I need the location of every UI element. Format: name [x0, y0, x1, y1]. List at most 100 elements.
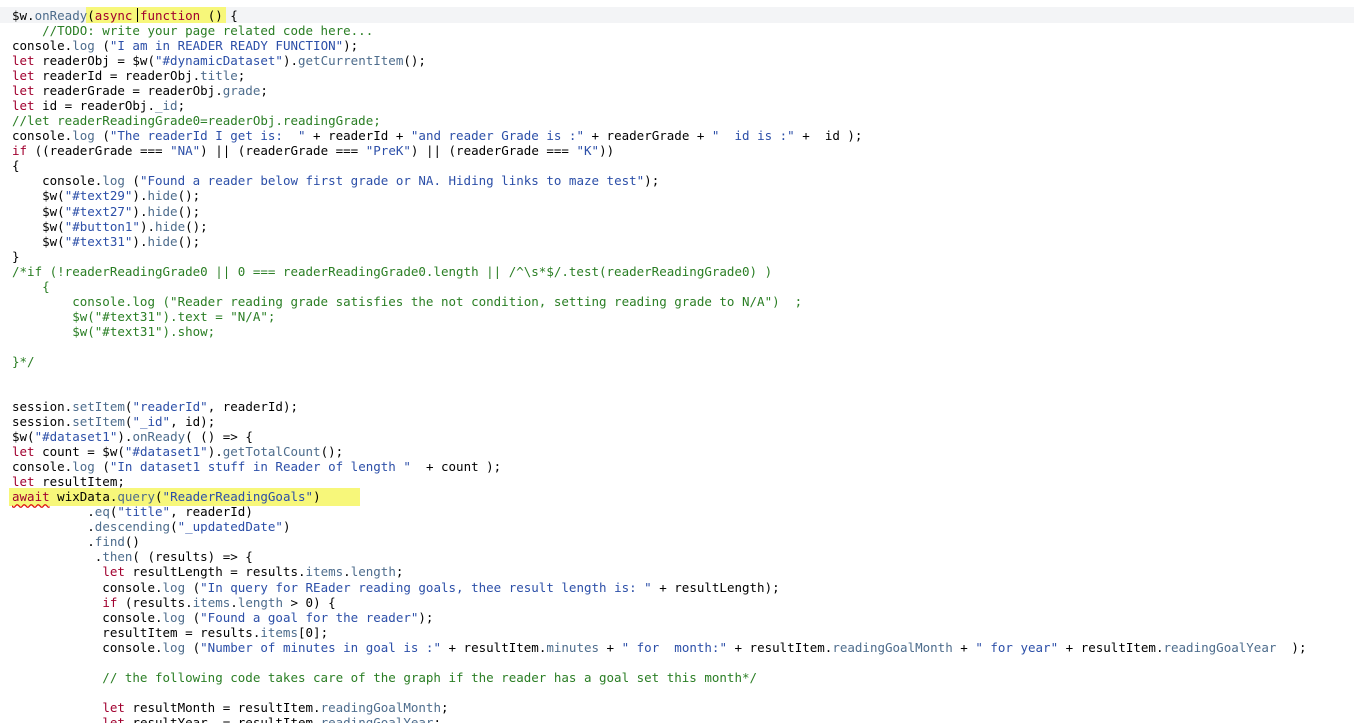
code-line[interactable]: .find() — [12, 534, 140, 549]
code-line[interactable]: $w("#text31").hide(); — [12, 234, 200, 249]
code-token: resultItem; — [34, 474, 125, 490]
code-line[interactable]: let resultLength = results.items.length; — [12, 564, 403, 579]
code-token: "Found a goal for the reader" — [200, 609, 419, 625]
code-line[interactable]: $w.onReady(async function () { — [12, 8, 238, 23]
code-token: ) — [313, 489, 321, 505]
code-token: "#text31" — [64, 233, 133, 249]
code-token: ; — [177, 98, 186, 114]
code-token: "PreK" — [365, 143, 411, 159]
code-line[interactable]: //TODO: write your page related code her… — [12, 23, 373, 38]
code-line[interactable]: let resultMonth = resultItem.readingGoal… — [12, 699, 448, 715]
code-token: ). — [132, 203, 148, 219]
code-token: + — [599, 639, 622, 655]
code-line[interactable]: $w("#dataset1").onReady( () => { — [12, 429, 253, 444]
code-line[interactable]: .descending("_updatedDate") — [12, 519, 290, 534]
code-token: "The readerId I get is: " — [109, 128, 306, 144]
code-line[interactable]: session.setItem("readerId", readerId); — [12, 399, 298, 414]
code-token: "#dataset1" — [34, 429, 118, 445]
code-token: () — [124, 534, 140, 550]
code-token: log — [102, 173, 125, 189]
code-line[interactable]: console.log ("I am in READER READY FUNCT… — [12, 38, 358, 53]
code-line[interactable]: console.log ("Reader reading grade satis… — [12, 294, 802, 309]
code-line[interactable]: console.log ("In query for REader readin… — [12, 579, 780, 595]
code-line[interactable]: let readerObj = $w("#dynamicDataset").ge… — [12, 53, 426, 68]
code-token: , id); — [170, 414, 216, 430]
code-line[interactable]: $w("#text27").hide(); — [12, 204, 200, 219]
code-line[interactable]: /*if (!readerReadingGrade0 || 0 === read… — [12, 264, 772, 279]
code-line[interactable]: .then( (results) => { — [12, 549, 253, 564]
code-token: readerId = readerObj. — [34, 68, 201, 84]
code-line[interactable]: let resultYear = resultItem.readingGoalY… — [12, 715, 441, 723]
code-token: hide — [147, 188, 178, 204]
code-token: log — [162, 579, 186, 595]
code-line[interactable]: $w("#text29").hide(); — [12, 188, 200, 203]
code-line[interactable]: .eq("title", readerId) — [12, 504, 253, 519]
code-token: readingGoalMonth — [832, 639, 953, 655]
code-token: $w( — [12, 233, 65, 249]
code-line[interactable]: console.log ("Number of minutes in goal … — [12, 640, 1306, 655]
code-token: ; — [395, 564, 404, 580]
code-token: + resultLength); — [651, 579, 780, 595]
code-line[interactable]: await wixData.query("ReaderReadingGoals"… — [12, 489, 321, 504]
code-line[interactable]: { — [12, 279, 50, 294]
code-line[interactable]: //let readerReadingGrade0=readerObj.read… — [12, 113, 381, 128]
code-token: function — [139, 8, 201, 23]
code-line[interactable]: let readerGrade = readerObj.grade; — [12, 83, 268, 98]
code-token: console. — [12, 639, 163, 655]
code-token: ). — [207, 444, 223, 460]
code-line[interactable]: let count = $w("#dataset1").getTotalCoun… — [12, 444, 343, 459]
code-token: session. — [12, 399, 73, 415]
code-line[interactable]: let readerId = readerObj.title; — [12, 68, 245, 83]
code-token: + resultItem. — [440, 639, 547, 655]
code-line[interactable]: $w("#button1").hide(); — [12, 219, 208, 234]
code-line[interactable]: if ((readerGrade === "NA") || (readerGra… — [12, 143, 614, 158]
code-token: + resultItem. — [726, 639, 833, 655]
code-token: "_updatedDate" — [177, 519, 283, 535]
code-line[interactable]: session.setItem("_id", id); — [12, 414, 215, 429]
code-line[interactable]: }*/ — [12, 354, 35, 369]
code-line[interactable]: let resultItem; — [12, 474, 125, 489]
code-token: count = $w( — [34, 444, 125, 460]
code-token: ( — [170, 519, 178, 535]
code-token: // the following code takes care of the … — [12, 669, 758, 685]
code-line[interactable]: resultItem = results.items[0]; — [12, 625, 328, 640]
code-token: find — [94, 534, 125, 550]
code-token: (); — [177, 203, 201, 219]
code-token: $w("#text31").text = "N/A"; — [12, 308, 276, 324]
code-token: getCurrentItem — [298, 53, 404, 69]
code-line[interactable]: // the following code takes care of the … — [12, 670, 757, 685]
code-token: . — [12, 504, 95, 520]
code-token: " for month:" — [621, 639, 727, 655]
code-token: ( — [94, 38, 110, 54]
code-line[interactable]: { — [12, 158, 20, 173]
code-token: readingGoalMonth — [320, 699, 441, 715]
code-line[interactable]: $w("#text31").show; — [12, 324, 215, 339]
code-token: getTotalCount — [222, 444, 321, 460]
code-line[interactable]: $w("#text31").text = "N/A"; — [12, 309, 275, 324]
code-token: ( — [124, 173, 140, 189]
code-line[interactable]: console.log ("The readerId I get is: " +… — [12, 128, 862, 143]
code-token: readerGrade = readerObj. — [34, 83, 223, 99]
code-line[interactable]: let id = readerObj._id; — [12, 98, 185, 113]
code-line[interactable]: console.log ("Found a reader below first… — [12, 173, 659, 188]
code-token: ). — [139, 218, 156, 234]
code-token: "ReaderReadingGoals" — [162, 489, 314, 505]
code-token: "NA" — [170, 143, 201, 159]
code-token: "In query for REader reading goals, thee… — [200, 579, 652, 595]
code-line[interactable]: } — [12, 249, 20, 264]
code-token: { — [12, 158, 20, 174]
code-token: "_id" — [132, 414, 171, 430]
code-editor[interactable]: $w.onReady(async function () { //TODO: w… — [0, 0, 1354, 723]
code-token: "In dataset1 stuff in Reader of length " — [109, 459, 411, 475]
code-line[interactable]: console.log ("Found a goal for the reade… — [12, 610, 433, 625]
code-line[interactable]: if (results.items.length > 0) { — [12, 595, 335, 610]
code-token: if — [12, 143, 28, 159]
code-token: id = readerObj. — [34, 98, 155, 114]
code-token: (); — [320, 444, 344, 460]
code-line[interactable]: console.log ("In dataset1 stuff in Reade… — [12, 459, 501, 474]
code-token: then — [102, 549, 133, 565]
code-token: onReady — [132, 429, 186, 445]
code-token: [0]; — [298, 624, 329, 640]
